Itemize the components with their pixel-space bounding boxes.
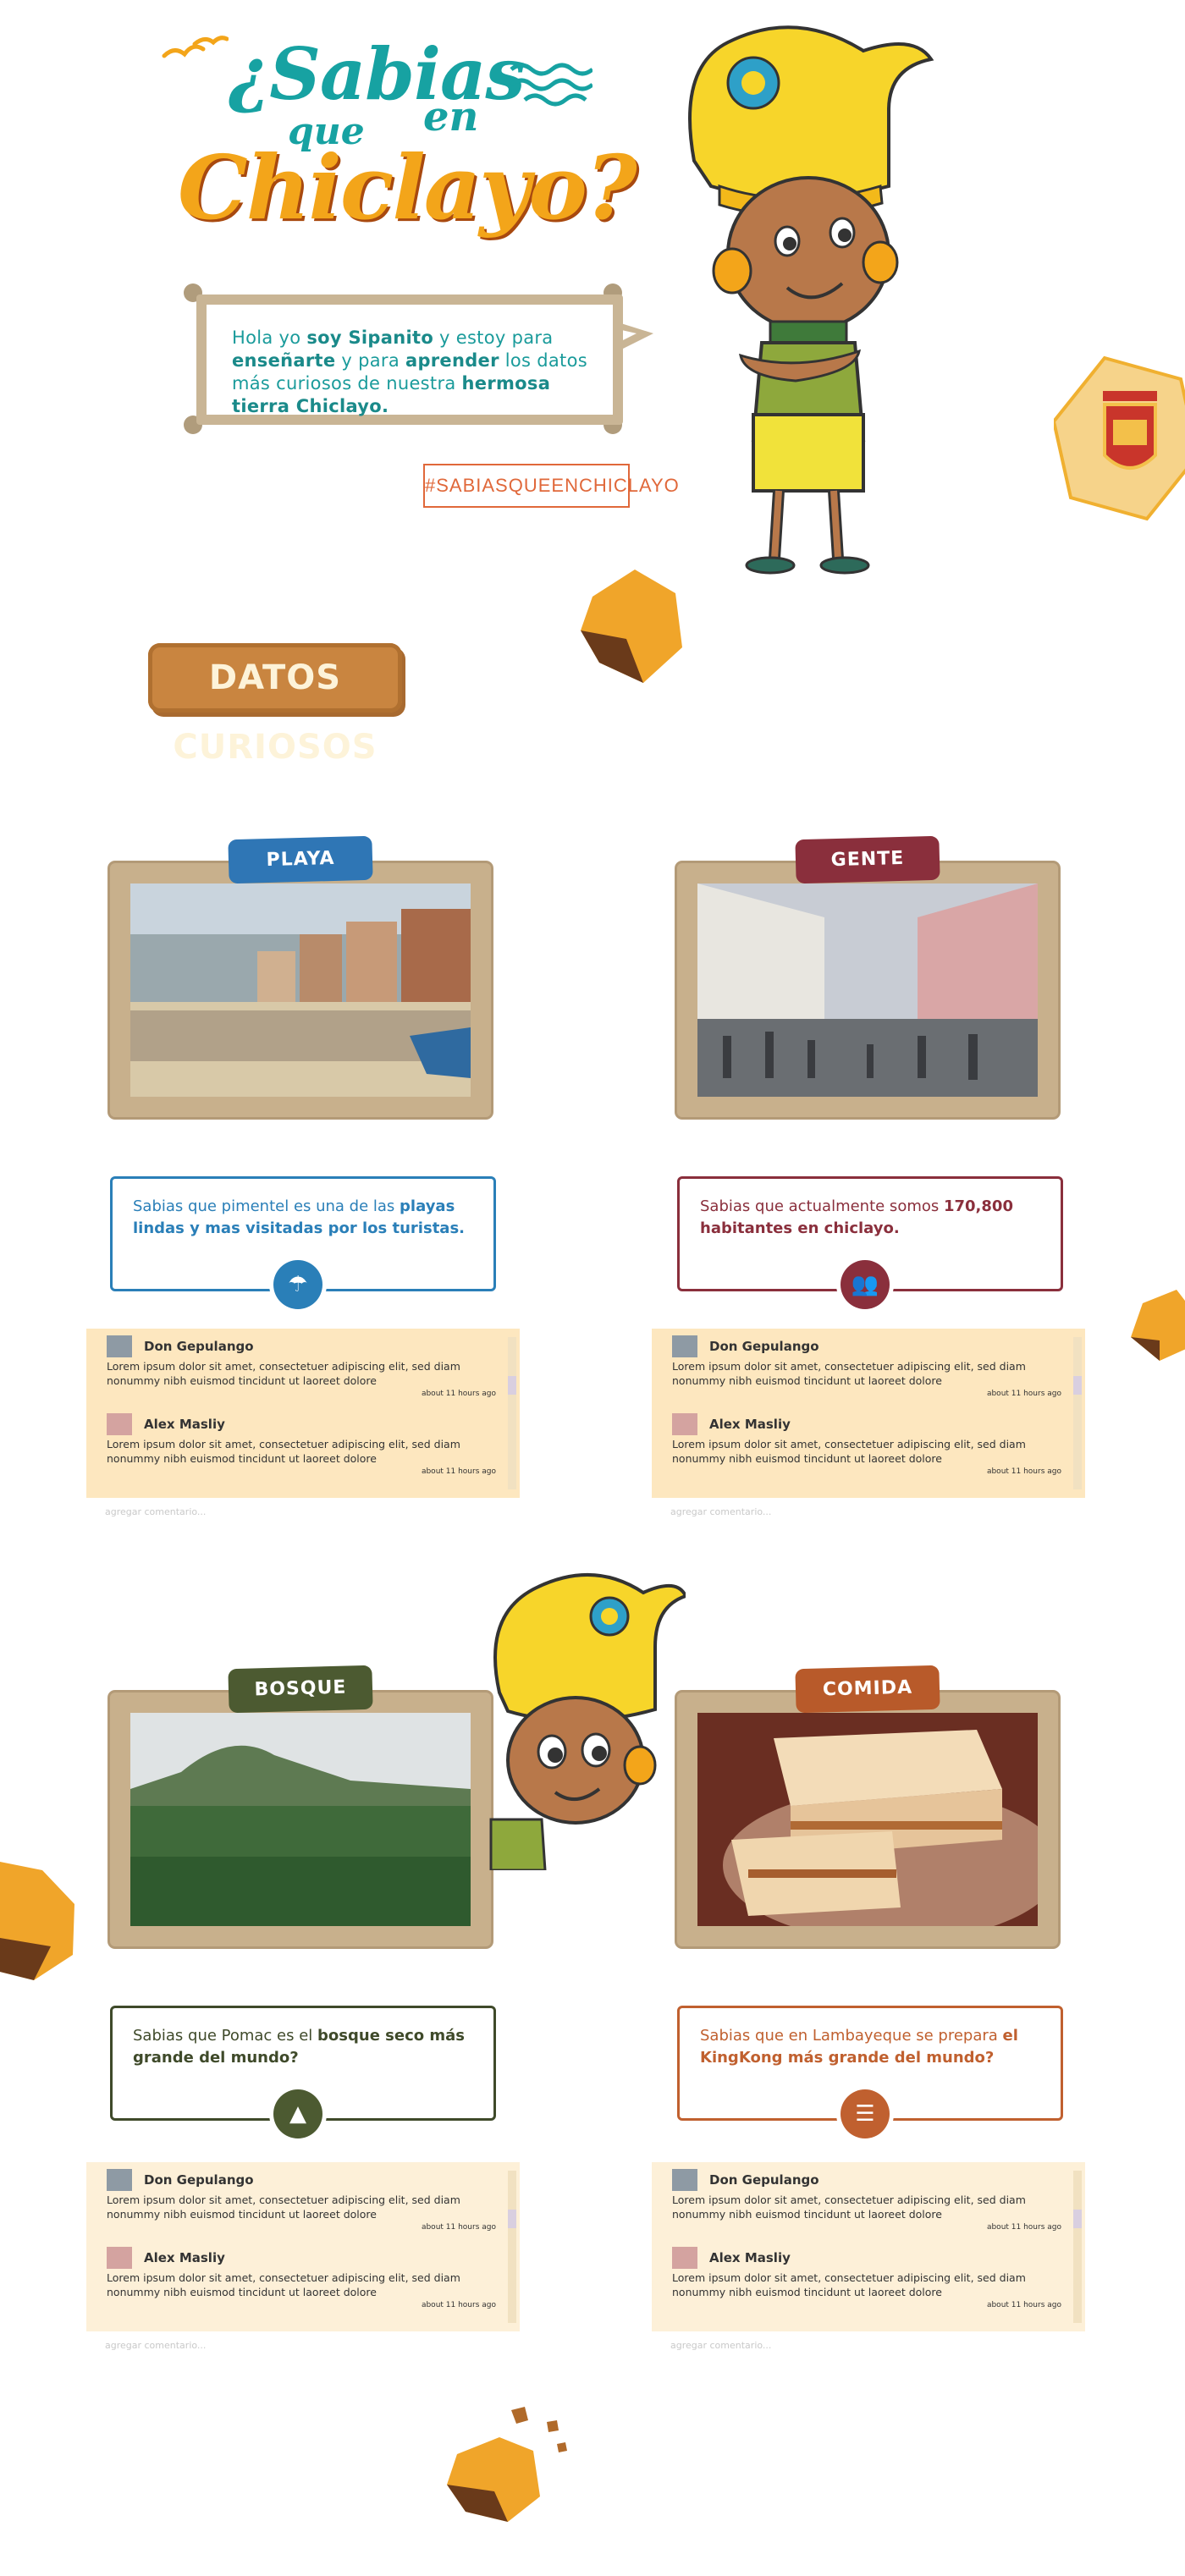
comment-time: about 11 hours ago [986,1390,1061,1398]
people-icon: 👥 [841,1260,890,1309]
comment-body: Lorem ipsum dolor sit amet, consectetuer… [107,2193,460,2221]
comment-time: about 11 hours ago [986,1467,1061,1476]
avatar [672,1335,697,1357]
add-comment-input[interactable]: agregar comentario... [105,1506,206,1517]
avatar [107,1335,132,1357]
comments-scrollbar[interactable] [1073,2171,1082,2323]
photo-frame [110,1693,491,1946]
comment-time: about 11 hours ago [986,2223,1061,2232]
intro-speech-box: Hola yo soy Sipanito y estoy para enseña… [179,279,653,437]
title-chiclayo: Chiclayo? [178,135,637,239]
comment-body: Lorem ipsum dolor sit amet, consectetuer… [107,1438,460,1465]
photo-frame [677,1693,1058,1946]
avatar [107,2169,132,2191]
comment-time: about 11 hours ago [986,2301,1061,2309]
photo-frame [677,863,1058,1117]
comments-scrollbar[interactable] [508,2171,516,2323]
comment-time: about 11 hours ago [421,1390,496,1398]
comment-author: Don Gepulango [144,1339,254,1354]
chiclayo-emblem-icon [1054,355,1185,521]
rock-decoration [447,2407,567,2522]
fact-text: Sabias que pimentel es una de las playas… [133,1197,465,1237]
fact-text: Sabias que actualmente somos 170,800 hab… [700,1197,1013,1237]
title-en: en [423,93,479,140]
comments-scrollbar[interactable] [1073,1337,1082,1489]
comments-panel: Don Gepulango Lorem ipsum dolor sit amet… [86,1329,520,1498]
comment-body: Lorem ipsum dolor sit amet, consectetuer… [672,1438,1026,1465]
beach-icon: ☂ [273,1260,322,1309]
fact-text: Sabias que Pomac es el bosque seco más g… [133,2027,466,2067]
birds-icon [162,36,229,58]
comment-author: Don Gepulango [709,1339,819,1354]
fact-box: Sabias que en Lambayeque se prepara el K… [677,2006,1063,2138]
comments-scroll-thumb[interactable] [1073,1376,1082,1395]
fact-box: Sabias que actualmente somos 170,800 hab… [677,1176,1063,1309]
intro-text: Hola yo soy Sipanito y estoy para enseña… [232,328,587,416]
comments-scroll-thumb[interactable] [508,2210,516,2228]
comment-author: Alex Masliy [709,2250,791,2265]
avatar [672,2247,697,2269]
add-comment-input[interactable]: agregar comentario... [670,1506,771,1517]
gente-photo [697,883,1038,1097]
comment-body: Lorem ipsum dolor sit amet, consectetuer… [672,1360,1026,1387]
add-comment-input[interactable]: agregar comentario... [105,2340,206,2351]
comments-panel: Don Gepulango Lorem ipsum dolor sit amet… [86,2162,520,2331]
hashtag-link[interactable]: #SABIASQUEENCHICLAYO [423,464,679,508]
fact-text: Sabias que en Lambayeque se prepara el K… [700,2027,1018,2067]
avatar [107,1413,132,1435]
sipanito-character [688,25,934,575]
comment-body: Lorem ipsum dolor sit amet, consectetuer… [107,2271,460,2298]
kingkong-icon: ☰ [841,2089,890,2138]
comment-body: Lorem ipsum dolor sit amet, consectetuer… [672,2271,1026,2298]
playa-photo [130,883,471,1097]
comments-scroll-thumb[interactable] [1073,2210,1082,2228]
add-comment-input[interactable]: agregar comentario... [670,2340,771,2351]
comment-time: about 11 hours ago [421,2301,496,2309]
comment-author: Alex Masliy [144,2250,225,2265]
comment-author: Alex Masliy [709,1417,791,1432]
rock-decoration [0,1862,74,1980]
fact-box: Sabias que Pomac es el bosque seco más g… [110,2006,496,2138]
datos-curiosos-badge: DATOS CURIOSOS [148,643,402,767]
comments-scrollbar[interactable] [508,1337,516,1489]
tag-playa: PLAYA [228,835,373,884]
waves-icon [510,63,592,107]
rock-decoration [1131,1290,1185,1361]
comment-time: about 11 hours ago [421,1467,496,1476]
tag-bosque: BOSQUE [228,1665,373,1714]
fact-box: Sabias que pimentel es una de las playas… [110,1176,496,1309]
comments-panel: Don Gepulango Lorem ipsum dolor sit amet… [652,2162,1085,2331]
site-title: ¿Sabias que en Chiclayo? [161,17,637,239]
comment-time: about 11 hours ago [421,2223,496,2232]
comments-scroll-thumb[interactable] [508,1376,516,1395]
avatar [672,1413,697,1435]
avatar [107,2247,132,2269]
photo-frame [110,863,491,1117]
comment-author: Don Gepulango [709,2172,819,2188]
comment-author: Alex Masliy [144,1417,225,1432]
comment-body: Lorem ipsum dolor sit amet, consectetuer… [672,2193,1026,2221]
avatar [672,2169,697,2191]
sipanito-peeking-character [489,1573,686,1870]
comida-photo [697,1713,1038,1926]
comment-body: Lorem ipsum dolor sit amet, consectetuer… [107,1360,460,1387]
tree-icon: ▲ [273,2089,322,2138]
rock-decoration [581,570,682,683]
comments-panel: Don Gepulango Lorem ipsum dolor sit amet… [652,1329,1085,1498]
tag-gente: GENTE [795,835,940,884]
tag-comida: COMIDA [795,1665,940,1714]
bosque-photo [130,1713,471,1926]
comment-author: Don Gepulango [144,2172,254,2188]
title-sabias: ¿Sabias [229,32,526,116]
